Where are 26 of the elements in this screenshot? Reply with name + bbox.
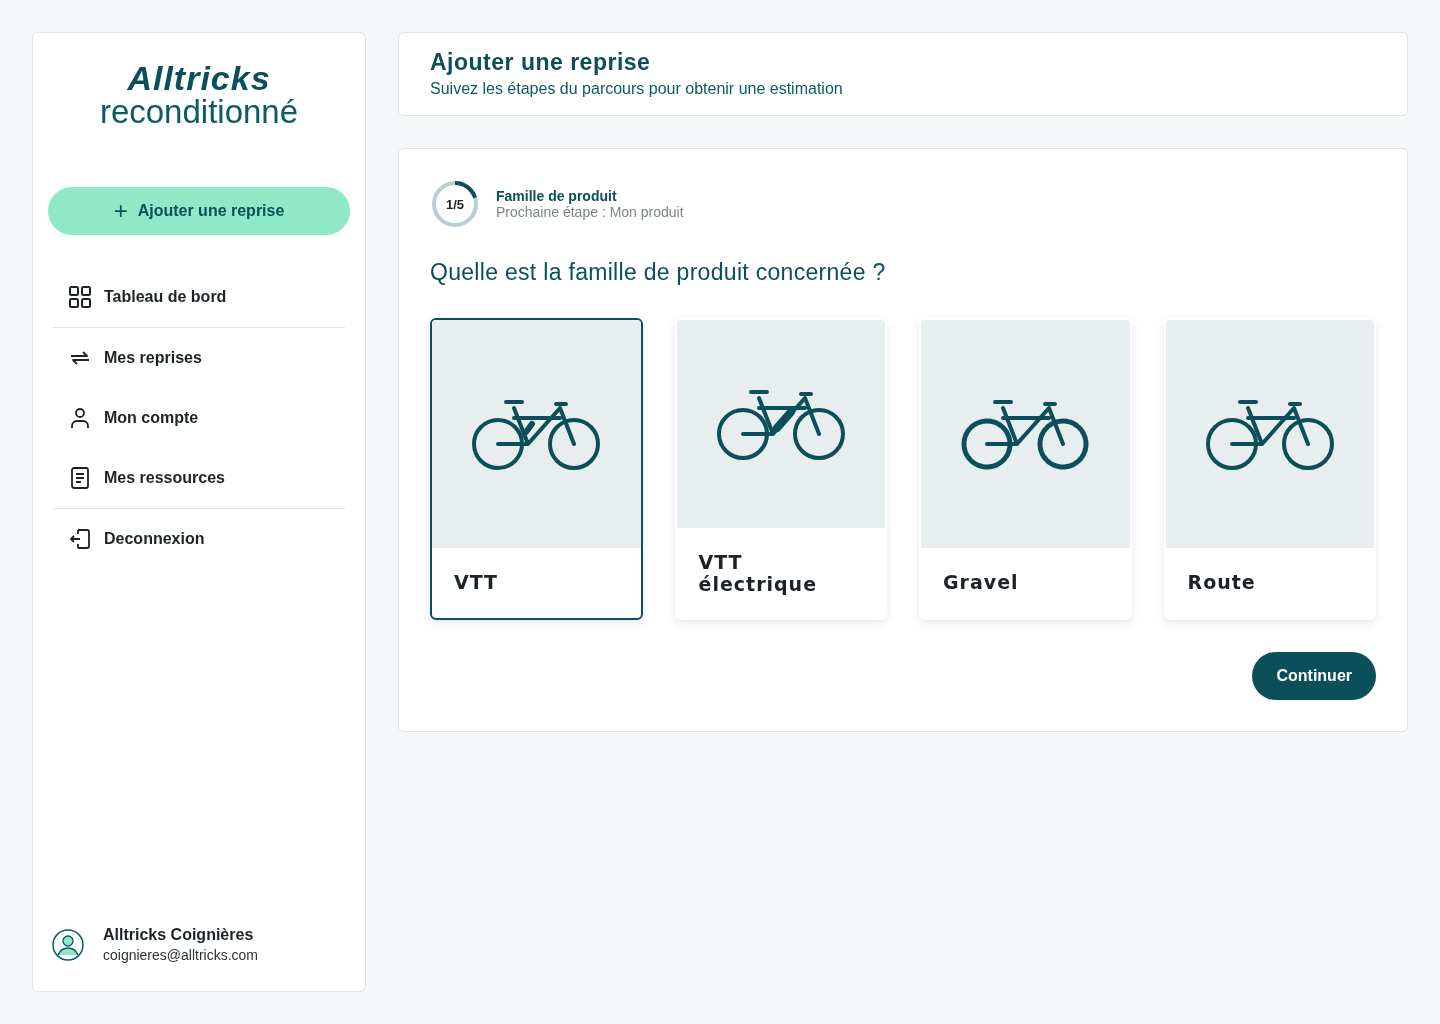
product-family-card[interactable]: VTT xyxy=(430,318,643,620)
user-email: coignieres@alltricks.com xyxy=(103,947,259,963)
next-step-text: Prochaine étape : Mon produit xyxy=(496,204,684,220)
nav-item[interactable]: Tableau de bord xyxy=(48,267,350,327)
add-trade-in-button[interactable]: + Ajouter une reprise xyxy=(48,187,350,235)
user-icon xyxy=(68,406,92,430)
product-family-card[interactable]: Gravel xyxy=(919,318,1132,620)
logout-icon xyxy=(68,527,92,551)
product-family-card[interactable]: VTT électrique xyxy=(674,318,887,620)
product-family-card[interactable]: Route xyxy=(1163,318,1376,620)
grid-icon xyxy=(68,285,92,309)
question-text: Quelle est la famille de produit concernée ? xyxy=(430,259,887,286)
step-title: Famille de produit xyxy=(496,188,618,204)
step-progress-ring: 1/5 xyxy=(430,179,480,229)
continue-button[interactable]: Continuer xyxy=(1252,652,1376,700)
nav-item[interactable]: Mes reprises xyxy=(48,328,350,388)
document-icon xyxy=(68,466,92,490)
nav-item[interactable]: Mes ressources xyxy=(48,448,350,508)
nav-item[interactable]: Mon compte xyxy=(48,388,350,448)
page-subtitle: Suivez les étapes du parcours pour obtenir une estimation xyxy=(430,80,844,98)
user-name: Alltricks Coignières xyxy=(103,926,255,944)
nav-item[interactable]: Deconnexion xyxy=(48,509,350,569)
page-title: Ajouter une reprise xyxy=(430,49,652,76)
avatar-icon xyxy=(52,928,84,961)
brand-logo-text: Alltricks xyxy=(127,61,271,95)
logo-subtitle: reconditionné xyxy=(99,95,299,129)
